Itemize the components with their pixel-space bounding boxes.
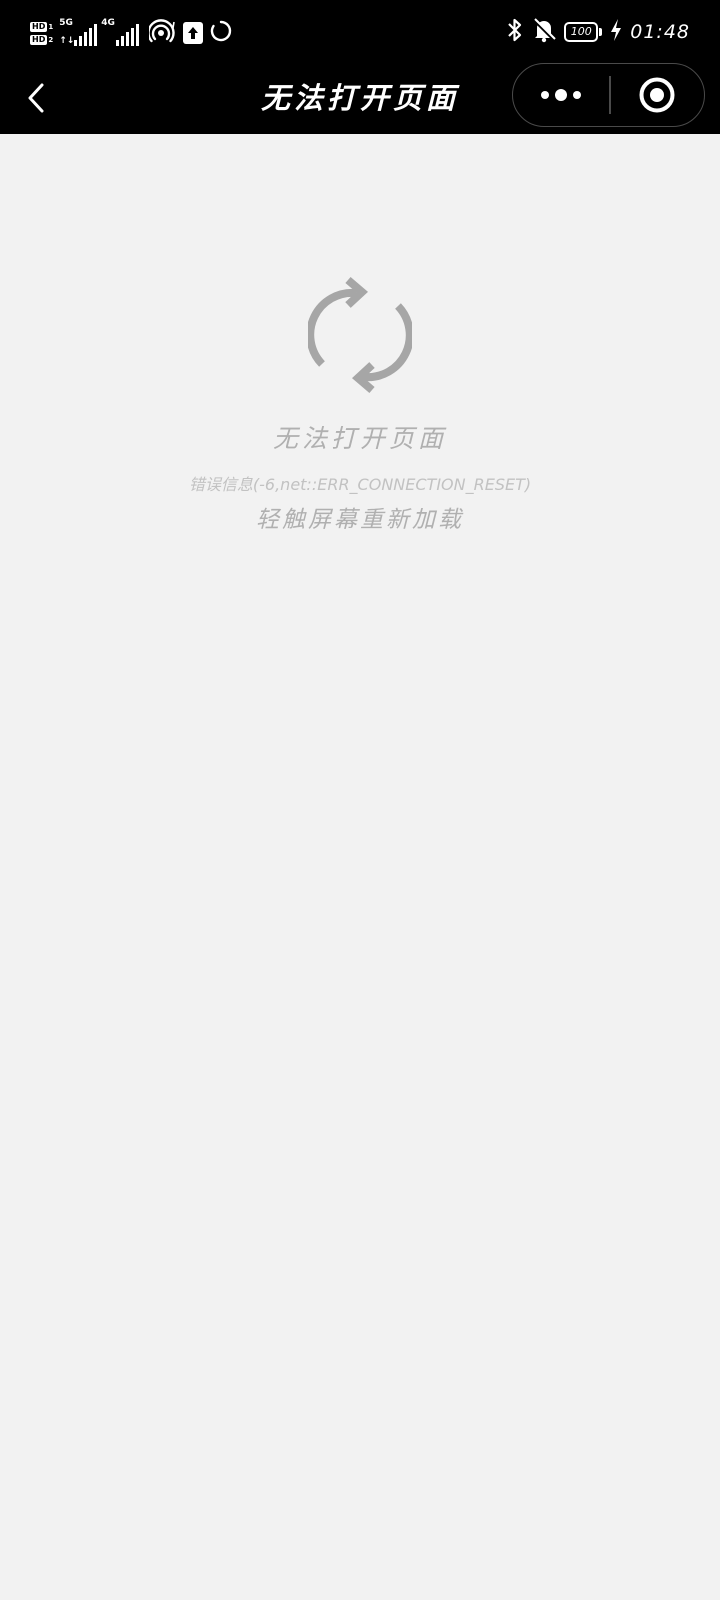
battery-tip [599, 28, 603, 36]
status-time: 01:48 [630, 21, 690, 43]
network-type-4g: 4G [101, 18, 115, 28]
mini-program-capsule [512, 63, 705, 127]
hd1-number: 1 [48, 22, 54, 31]
close-button[interactable] [610, 64, 704, 126]
more-button[interactable] [513, 64, 609, 126]
signal-4g: 4G [101, 18, 140, 48]
hd1-label: HD [30, 21, 48, 32]
status-right: 100 01:48 [506, 18, 690, 46]
signal-bars-icon [116, 24, 140, 46]
error-title: 无法打开页面 [272, 424, 447, 453]
navigation-bar: 无法打开页面 [0, 62, 720, 134]
network-type-5g: 5G [59, 18, 73, 28]
hd2-number: 2 [48, 35, 54, 44]
hd2-label: HD [30, 34, 48, 45]
hotspot-icon [147, 19, 177, 47]
refresh-icon [308, 276, 412, 394]
back-button[interactable] [14, 76, 58, 120]
battery-level: 100 [564, 22, 599, 42]
signal-5g: 5G ↑↓ [59, 18, 98, 48]
bell-off-icon [532, 17, 556, 47]
hd-indicators: HD 1 HD 2 [30, 21, 54, 45]
status-bar: HD 1 HD 2 5G ↑↓ 4G 100 01:48 [0, 0, 720, 62]
signal-bars-icon [74, 24, 98, 46]
hd1-badge: HD 1 [30, 21, 54, 32]
charging-icon [610, 18, 622, 46]
status-left: HD 1 HD 2 5G ↑↓ 4G [30, 16, 233, 50]
upload-icon [183, 22, 204, 44]
error-detail: 错误信息(-6,net::ERR_CONNECTION_RESET) [188, 475, 532, 494]
battery-indicator: 100 [564, 22, 603, 42]
data-arrows: ↑↓ [59, 36, 75, 46]
error-page[interactable]: 无法打开页面 错误信息(-6,net::ERR_CONNECTION_RESET… [0, 134, 720, 1600]
reload-hint[interactable]: 轻触屏幕重新加载 [0, 500, 720, 534]
back-arrow-icon [28, 83, 44, 113]
bluetooth-icon [506, 17, 524, 47]
loading-circle-icon [209, 19, 233, 47]
close-target-icon [639, 77, 675, 113]
more-dots-icon [541, 89, 581, 101]
hd2-badge: HD 2 [30, 34, 54, 45]
